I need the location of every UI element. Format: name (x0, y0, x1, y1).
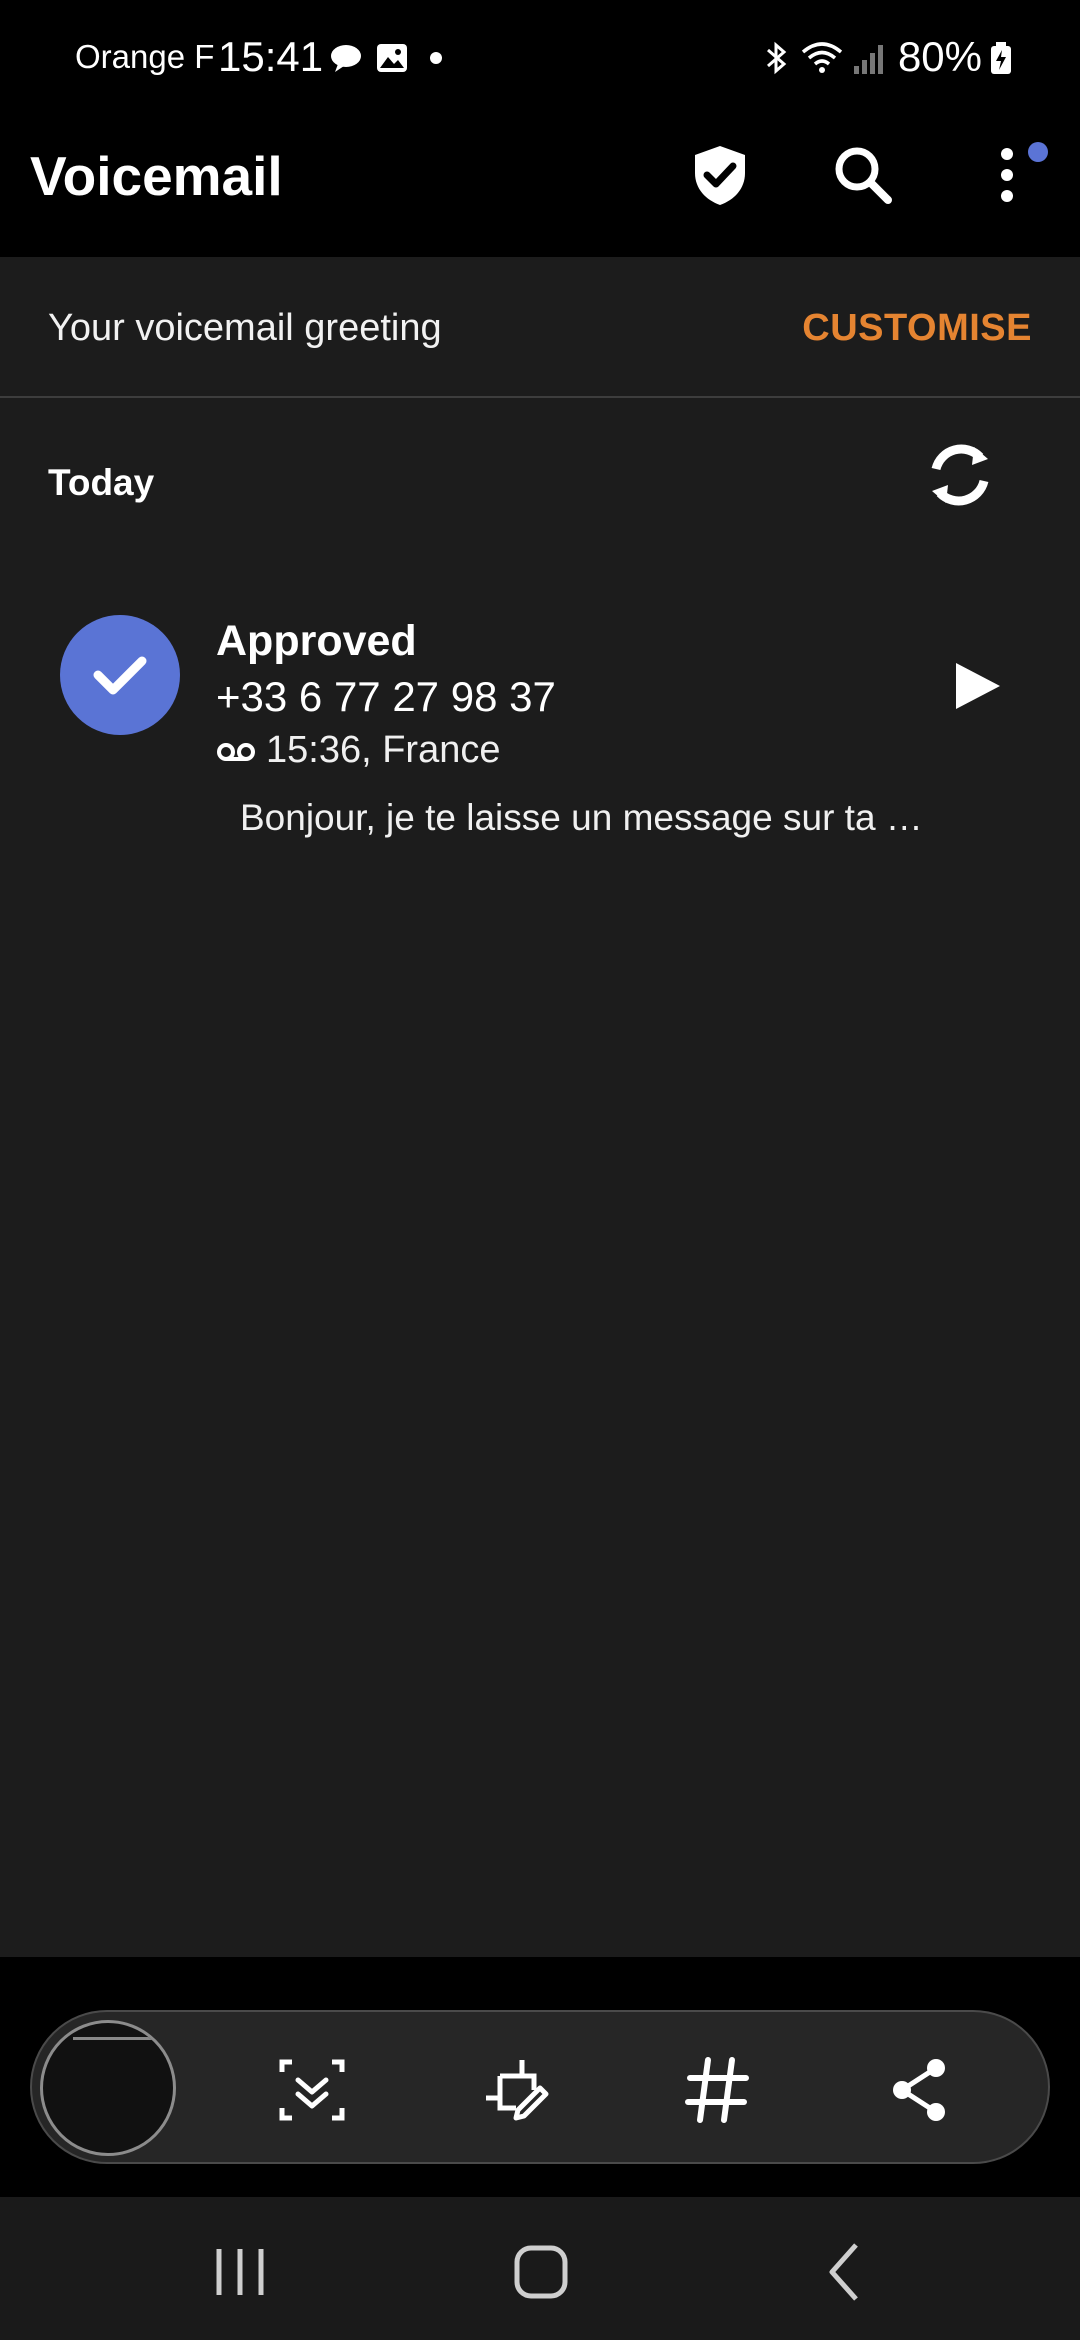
message-notification-icon (331, 45, 361, 72)
wifi-icon (801, 42, 843, 73)
clock: 15:41 (218, 33, 324, 80)
share-icon[interactable] (884, 2054, 956, 2126)
shield-check-icon[interactable] (685, 140, 755, 210)
signal-icon (854, 45, 883, 74)
more-notifications-dot-icon (430, 52, 442, 64)
home-icon[interactable] (506, 2237, 576, 2307)
scroll-capture-icon[interactable] (276, 2054, 348, 2126)
search-icon[interactable] (828, 140, 898, 210)
voicemail-icon (217, 742, 255, 761)
voicemail-meta: 15:36, France (216, 729, 500, 772)
voicemail-transcript: Bonjour, je te laisse un message sur ta … (240, 797, 923, 838)
screenshot-toolbar (30, 2010, 1050, 2164)
greeting-label: Your voicemail greeting (48, 307, 442, 349)
screenshot-thumbnail[interactable] (40, 2020, 176, 2156)
refresh-icon[interactable] (922, 437, 998, 513)
notification-dot (1028, 142, 1048, 162)
greeting-row: Your voicemail greeting CUSTOMISE (0, 257, 1080, 398)
app-bar: Voicemail (0, 120, 1080, 257)
system-nav-bar (0, 2197, 1080, 2340)
status-bar: Orange F 15:41 80% (0, 0, 1080, 120)
voicemail-content: Your voicemail greeting CUSTOMISE Today … (0, 257, 1080, 2165)
play-icon[interactable] (950, 659, 1004, 713)
voicemail-time-location: 15:36, France (266, 729, 501, 771)
carrier-label: Orange F (75, 38, 215, 75)
voicemail-number: +33 6 77 27 98 37 (216, 673, 556, 720)
thumbnail-preview-line (73, 2037, 153, 2040)
voicemail-item[interactable]: Approved +33 6 77 27 98 37 15:36, France… (0, 597, 1080, 877)
gallery-notification-icon (377, 44, 407, 72)
section-header-today: Today (48, 462, 155, 503)
customise-button[interactable]: CUSTOMISE (802, 307, 1032, 350)
battery-level: 80% (897, 33, 982, 80)
edit-screenshot-icon[interactable] (480, 2054, 552, 2126)
page-title: Voicemail (30, 145, 283, 207)
back-icon[interactable] (810, 2237, 880, 2307)
bluetooth-icon (767, 41, 787, 75)
battery-icon (991, 42, 1011, 74)
recent-apps-icon[interactable] (205, 2237, 275, 2307)
voicemail-status: Approved (216, 617, 417, 665)
avatar (60, 615, 180, 735)
hashtag-icon[interactable] (682, 2054, 754, 2126)
checkmark-icon (93, 656, 147, 695)
